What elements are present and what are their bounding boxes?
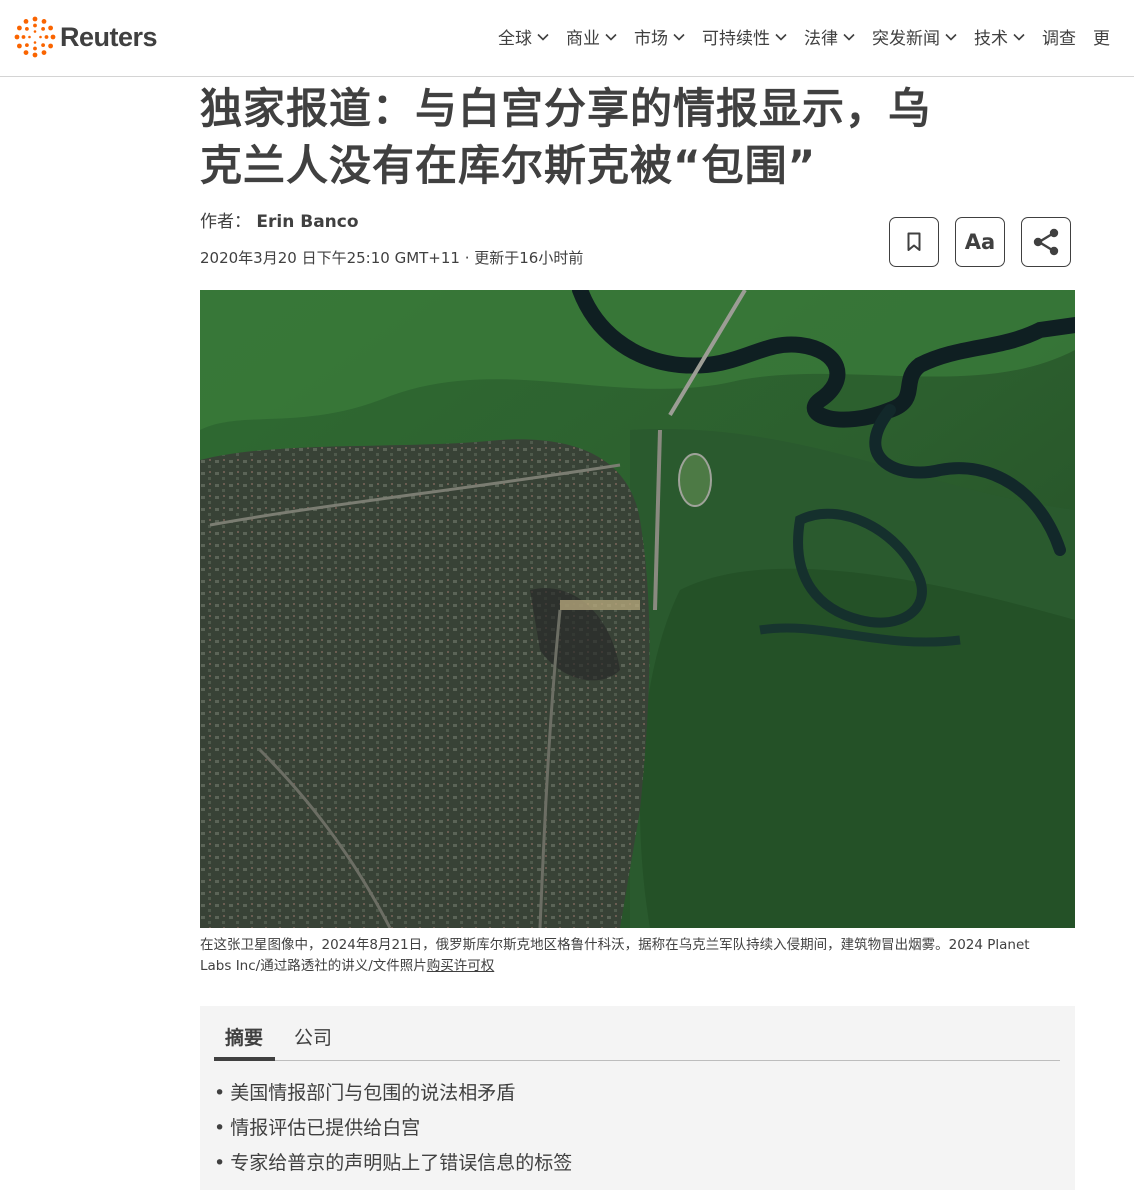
nav-item-breaking-news[interactable]: 突发新闻 (872, 24, 957, 49)
nav-label: 更 (1093, 29, 1110, 49)
site-header: Reuters 全球 商业 市场 可持续性 法律 突发新闻 技术 调查 更 (0, 0, 1134, 77)
logo-wordmark: Reuters (60, 21, 158, 52)
reuters-logo[interactable]: Reuters (14, 16, 158, 58)
nav-item-markets[interactable]: 市场 (634, 24, 685, 49)
summary-bullet: 美国情报部门与包围的说法相矛盾 (214, 1076, 572, 1111)
nav-label: 可持续性 (702, 29, 770, 49)
active-tab-indicator (214, 1057, 275, 1061)
photo-caption: 在这张卫星图像中，2024年8月21日，俄罗斯库尔斯克地区格鲁什科沃，据称在乌克… (200, 935, 1060, 977)
chevron-down-icon (945, 33, 957, 41)
chevron-down-icon (843, 33, 855, 41)
summary-bullet: 专家给普京的声明贴上了错误信息的标签 (214, 1146, 572, 1181)
chevron-down-icon (605, 33, 617, 41)
text-size-label: Aa (964, 230, 996, 254)
article-dateline: 2020年3月20 日下午25:10 GMT+11 · 更新于16小时前 (200, 249, 584, 267)
nav-label: 商业 (566, 29, 600, 49)
article-tools: Aa (889, 217, 1071, 267)
chevron-down-icon (775, 33, 787, 41)
tab-summary[interactable]: 摘要 (225, 1023, 263, 1050)
summary-bullets: 美国情报部门与包围的说法相矛盾 情报评估已提供给白宫 专家给普京的声明贴上了错误… (214, 1076, 572, 1181)
nav-label: 突发新闻 (872, 29, 940, 49)
nav-label: 调查 (1042, 29, 1076, 49)
nav-label: 技术 (974, 29, 1008, 49)
chevron-down-icon (1013, 33, 1025, 41)
nav-item-more[interactable]: 更 (1093, 24, 1110, 49)
purchase-license-link[interactable]: 购买许可权 (427, 958, 495, 974)
summary-tabs: 摘要 公司 (214, 1020, 1060, 1061)
summary-box: 摘要 公司 美国情报部门与包围的说法相矛盾 情报评估已提供给白宫 专家给普京的声… (200, 1006, 1075, 1190)
satellite-photo[interactable] (200, 290, 1075, 928)
caption-text: 在这张卫星图像中，2024年8月21日，俄罗斯库尔斯克地区格鲁什科沃，据称在乌克… (200, 937, 1030, 974)
chevron-down-icon (673, 33, 685, 41)
summary-bullet: 情报评估已提供给白宫 (214, 1111, 572, 1146)
bookmark-button[interactable] (889, 217, 939, 267)
byline-prefix: 作者： (200, 212, 251, 232)
reuters-logo-icon (14, 16, 56, 58)
nav-item-business[interactable]: 商业 (566, 24, 617, 49)
article-headline: 独家报道：与白宫分享的情报显示，乌 克兰人没有在库尔斯克被“包围” (200, 80, 1080, 194)
nav-label: 市场 (634, 29, 668, 49)
tab-companies[interactable]: 公司 (294, 1023, 332, 1050)
share-icon (1033, 228, 1059, 256)
headline-line-1: 独家报道：与白宫分享的情报显示，乌 (200, 84, 932, 133)
byline: 作者： Erin Banco (200, 207, 359, 232)
chevron-down-icon (537, 33, 549, 41)
nav-item-sustainability[interactable]: 可持续性 (702, 24, 787, 49)
author-link[interactable]: Erin Banco (256, 212, 358, 232)
share-button[interactable] (1021, 217, 1071, 267)
nav-item-legal[interactable]: 法律 (804, 24, 855, 49)
bookmark-icon (907, 232, 921, 251)
nav-item-world[interactable]: 全球 (498, 24, 549, 49)
nav-item-technology[interactable]: 技术 (974, 24, 1025, 49)
nav-label: 法律 (804, 29, 838, 49)
nav-item-investigations[interactable]: 调查 (1042, 24, 1076, 49)
text-size-button[interactable]: Aa (955, 217, 1005, 267)
main-nav: 全球 商业 市场 可持续性 法律 突发新闻 技术 调查 更 (498, 24, 1127, 49)
nav-label: 全球 (498, 29, 532, 49)
headline-line-2: 克兰人没有在库尔斯克被“包围” (200, 141, 817, 190)
